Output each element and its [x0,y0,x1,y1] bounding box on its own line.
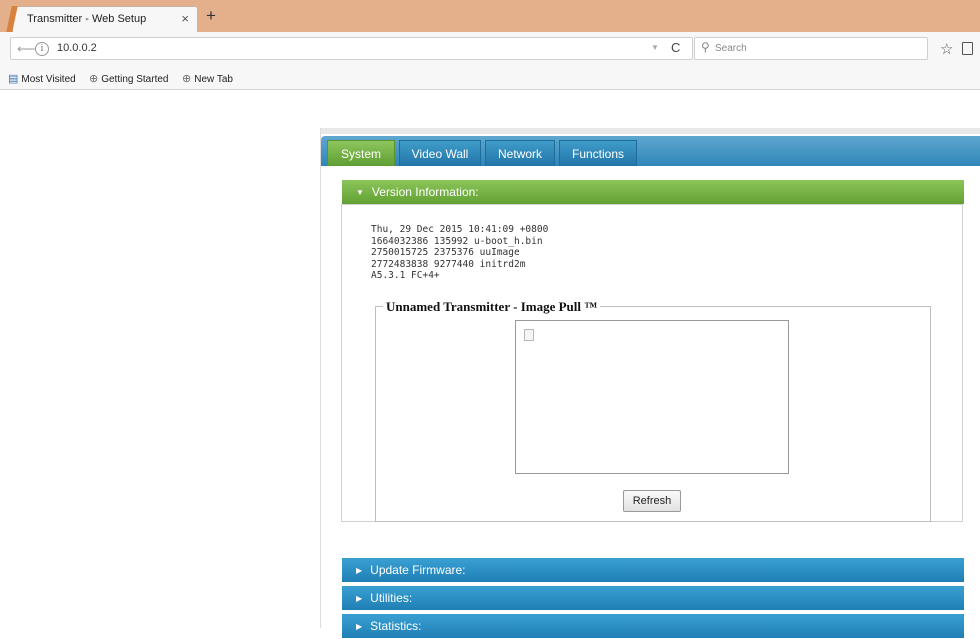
browser-tab[interactable]: Transmitter - Web Setup × [6,6,198,32]
main-tab-bar: System Video Wall Network Functions [321,136,980,166]
utilities-header[interactable]: ▶ Utilities: [342,586,964,610]
statistics-header[interactable]: ▶ Statistics: [342,614,964,638]
url-text[interactable]: 10.0.0.2 [57,42,97,54]
bookmark-label: Getting Started [101,74,169,85]
search-icon: ⚲ [701,40,710,54]
section-title: Utilities: [370,591,413,605]
broken-image-icon [524,329,534,341]
bookmarks-toolbar: ▤ Most Visited ⊕ Getting Started ⊕ New Tab [0,66,980,90]
image-pull-legend: Unnamed Transmitter - Image Pull ™ [383,299,601,315]
image-pull-frame [515,320,789,474]
search-placeholder: Search [715,43,747,54]
tab-system[interactable]: System [327,140,395,166]
bookmark-label: Most Visited [21,74,76,85]
version-section-header[interactable]: ▼ Version Information: [342,180,964,204]
section-title: Update Firmware: [370,563,466,577]
new-tab-button[interactable]: + [206,6,216,26]
reload-icon[interactable]: C [671,40,680,55]
web-setup-page: System Video Wall Network Functions ▼ Ver… [320,128,980,638]
tab-functions[interactable]: Functions [559,140,637,166]
globe-icon: ⊕ [89,73,99,85]
clipboard-icon[interactable] [962,42,973,55]
tab-accent [6,6,18,32]
expand-arrow-icon: ▶ [356,622,363,631]
expand-arrow-icon: ▶ [356,566,363,575]
bookmark-getting-started[interactable]: ⊕ Getting Started [89,72,168,85]
bookmark-label: New Tab [194,74,233,85]
url-bar[interactable]: ⟵ i 10.0.0.2 ▼ C [10,37,693,60]
bookmark-most-visited[interactable]: ▤ Most Visited [8,72,76,85]
version-info-text: Thu, 29 Dec 2015 10:41:09 +0800 16640323… [371,224,549,282]
navigation-bar: ⟵ i 10.0.0.2 ▼ C ⚲ Search ☆ [0,32,980,66]
tab-close-icon[interactable]: × [181,11,189,26]
browser-tab-strip: Transmitter - Web Setup × + [0,0,980,32]
info-icon[interactable]: i [35,42,49,56]
globe-icon: ⊕ [182,73,192,85]
section-title: Statistics: [370,619,422,633]
dropdown-icon[interactable]: ▼ [651,43,659,52]
tab-title: Transmitter - Web Setup [27,13,147,25]
search-bar[interactable]: ⚲ Search [694,37,928,60]
refresh-button[interactable]: Refresh [623,490,681,512]
bookmark-new-tab[interactable]: ⊕ New Tab [182,72,233,85]
back-arrow-icon[interactable]: ⟵ [17,41,36,57]
page-top-strip [321,128,980,134]
bookmark-folder-icon: ▤ [8,73,19,85]
collapse-arrow-icon: ▼ [356,188,364,197]
tab-video-wall[interactable]: Video Wall [399,140,481,166]
star-icon[interactable]: ☆ [940,40,953,58]
version-section-title: Version Information: [371,185,479,199]
update-firmware-header[interactable]: ▶ Update Firmware: [342,558,964,582]
expand-arrow-icon: ▶ [356,594,363,603]
tab-network[interactable]: Network [485,140,555,166]
